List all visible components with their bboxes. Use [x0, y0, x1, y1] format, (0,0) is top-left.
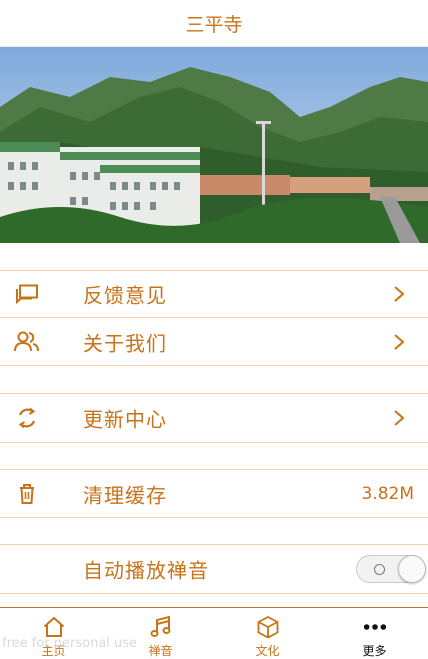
toggle-knob	[398, 555, 426, 583]
section-gap	[0, 443, 428, 469]
autoplay-toggle[interactable]	[356, 555, 426, 583]
chevron-right-icon	[394, 286, 405, 302]
update-row[interactable]: 更新中心	[0, 393, 428, 443]
update-label: 更新中心	[83, 407, 167, 432]
feedback-label: 反馈意见	[83, 283, 167, 308]
refresh-icon	[14, 406, 40, 430]
clear-cache-row[interactable]: 清理缓存 3.82M	[0, 469, 428, 518]
about-row[interactable]: 关于我们	[0, 318, 428, 366]
tab-label: 文化	[255, 644, 280, 658]
feedback-row[interactable]: 反馈意见	[0, 270, 428, 318]
banner-image[interactable]	[0, 47, 428, 243]
section-gap	[0, 243, 428, 270]
temple-landscape-photo	[0, 47, 428, 243]
section-gap	[0, 366, 428, 393]
chevron-right-icon	[394, 410, 405, 426]
toggle-off-indicator	[374, 564, 385, 575]
tab-label: 主页	[41, 644, 66, 658]
tab-zen-music[interactable]: 禅音	[107, 608, 214, 659]
page-header: 三平寺	[0, 0, 428, 47]
page-title: 三平寺	[185, 13, 243, 36]
trash-icon	[14, 482, 40, 506]
clear-cache-label: 清理缓存	[83, 483, 167, 507]
home-icon	[41, 614, 67, 639]
autoplay-row: 自动播放禅音	[0, 544, 428, 594]
tab-label: 更多	[362, 644, 387, 658]
cube-icon	[255, 614, 281, 639]
about-label: 关于我们	[83, 331, 167, 355]
autoplay-label: 自动播放禅音	[83, 558, 209, 583]
more-dots-icon	[362, 614, 388, 639]
bottom-tab-bar: 主页 禅音 文化 更多	[0, 607, 428, 659]
tab-home[interactable]: 主页	[0, 608, 107, 659]
tab-more[interactable]: 更多	[321, 608, 428, 659]
chevron-right-icon	[394, 333, 405, 350]
music-icon	[148, 614, 174, 639]
cache-size-value: 3.82M	[361, 483, 414, 504]
users-icon	[14, 330, 40, 354]
section-gap	[0, 518, 428, 544]
tab-label: 禅音	[148, 644, 173, 658]
tab-culture[interactable]: 文化	[214, 608, 321, 659]
chat-icon	[14, 282, 40, 306]
